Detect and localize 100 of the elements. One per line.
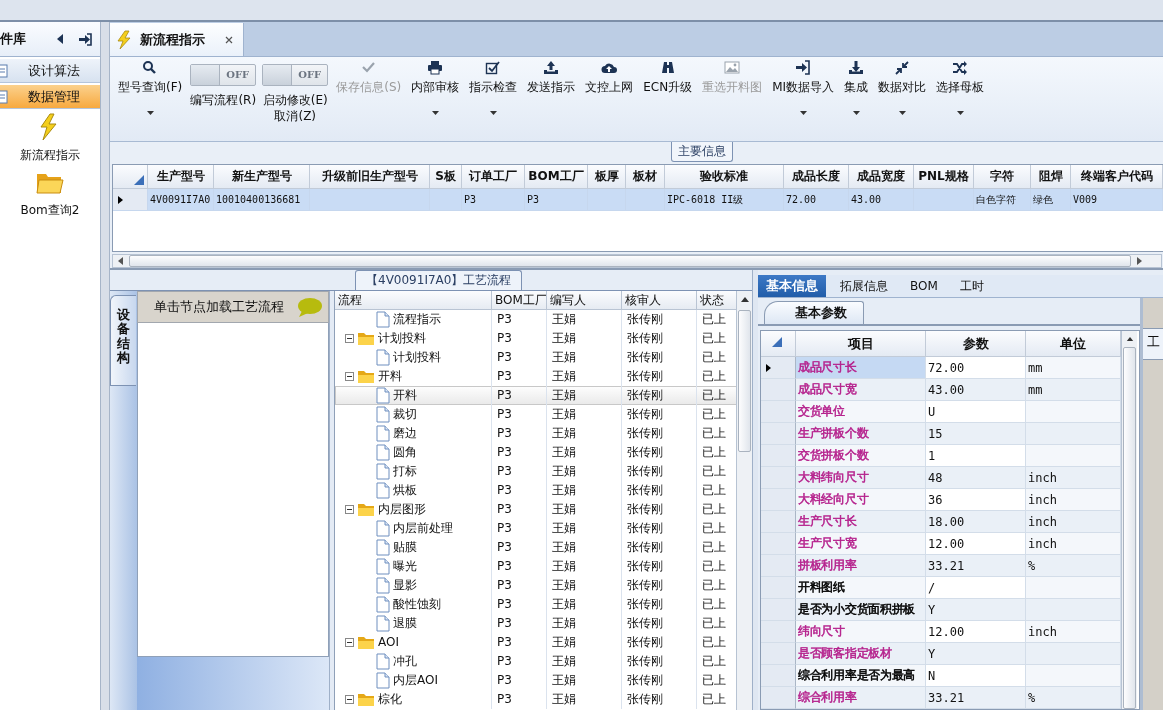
column-header[interactable]: 编写人 [547, 291, 622, 309]
document-icon [376, 482, 390, 499]
row-header[interactable] [113, 189, 148, 211]
corner-icon [134, 175, 144, 185]
column-header[interactable]: 成品宽度 [849, 165, 914, 189]
hint-text: 单击节点加载工艺流程 [154, 298, 284, 316]
tree-row[interactable]: 内层图形 P3 王娟 张传刚 已上 [335, 500, 737, 519]
tree-row[interactable]: 开料 P3 王娟 张传刚 已上 [335, 386, 737, 405]
tree-row[interactable]: 计划投料 P3 王娟 张传刚 已上 [335, 329, 737, 348]
table-cell: 10010400136681 [214, 189, 310, 211]
tab[interactable]: 工时 [951, 275, 992, 297]
document-icon [376, 539, 390, 556]
tree-row[interactable]: 曝光 P3 王娟 张传刚 已上 [335, 557, 737, 576]
item-label: 综合利用率是否为最高 [798, 667, 915, 684]
toolbar-button[interactable]: 内部审核 [409, 57, 462, 133]
tab[interactable]: BOM [902, 275, 946, 297]
tree-row[interactable]: 流程指示 P3 王娟 张传刚 已上 [335, 310, 737, 329]
row-header[interactable] [761, 357, 796, 379]
column-header[interactable]: S板 [430, 165, 462, 189]
scroll-thumb[interactable] [129, 255, 1131, 267]
tree-row[interactable]: 冲孔 P3 王娟 张传刚 已上 [335, 652, 737, 671]
toolbar-button[interactable]: 文控上网 [583, 57, 636, 133]
column-header[interactable]: 参数 [926, 331, 1026, 357]
column-header[interactable]: 新生产型号 [214, 165, 310, 189]
column-header[interactable]: 流程 [335, 291, 492, 309]
item-label: 交货拼板个数 [798, 447, 869, 464]
column-header[interactable]: 核审人 [622, 291, 697, 309]
tree-row[interactable]: 酸性蚀刻 P3 王娟 张传刚 已上 [335, 595, 737, 614]
tree-row[interactable]: 圆角 P3 王娟 张传刚 已上 [335, 443, 737, 462]
column-header[interactable]: 板材 [626, 165, 665, 189]
toggle-switch[interactable]: OFF [190, 64, 257, 86]
item-label: 是否顾客指定板材 [798, 645, 892, 662]
tree-row[interactable]: 打标 P3 王娟 张传刚 已上 [335, 462, 737, 481]
column-header[interactable]: 成品长度 [784, 165, 849, 189]
toolbar-button[interactable]: 发送指示 [525, 57, 578, 133]
tree-row[interactable]: 烘板 P3 王娟 张传刚 已上 [335, 481, 737, 500]
list-icon [0, 89, 8, 104]
side-tab[interactable]: 设备结构 [110, 295, 136, 387]
scroll-thumb[interactable] [738, 310, 751, 452]
tree-row[interactable]: 退膜 P3 王娟 张传刚 已上 [335, 614, 737, 633]
column-header[interactable]: 升级前旧生产型号 [310, 165, 430, 189]
tab[interactable]: 拓展信息 [832, 275, 896, 297]
column-header[interactable]: 板厚 [588, 165, 626, 189]
tree-row[interactable]: 棕化 P3 王娟 张传刚 已上 [335, 690, 737, 709]
column-header[interactable]: 生产型号 [148, 165, 214, 189]
table-cell: 15 [926, 423, 1026, 445]
column-header[interactable]: BOM工厂 [492, 291, 547, 309]
column-header[interactable]: 订单工厂 [462, 165, 525, 189]
document-icon [376, 653, 390, 670]
toolbar-button[interactable]: 选择母板 [934, 57, 987, 133]
sidebar-item[interactable]: 数据管理 [0, 85, 100, 109]
toolbar-button[interactable]: ECN升级 [641, 57, 695, 133]
splitter-handle[interactable] [752, 270, 758, 710]
column-header[interactable]: 字符 [974, 165, 1031, 189]
table-cell: 18.00 [926, 511, 1026, 533]
document-icon [376, 406, 390, 423]
sign-in-icon [795, 60, 812, 76]
column-header[interactable]: PNL规格 [914, 165, 974, 189]
toolbar-button[interactable]: 型号查询(F) [116, 57, 185, 133]
vertical-scrollbar[interactable] [736, 291, 752, 710]
tree-row[interactable]: AOI P3 王娟 张传刚 已上 [335, 633, 737, 652]
document-icon [376, 425, 390, 442]
toggle-switch[interactable]: OFF [262, 64, 329, 86]
column-header[interactable]: BOM工厂 [525, 165, 588, 189]
tab[interactable]: 基本信息 [758, 275, 826, 297]
scroll-thumb[interactable] [1123, 347, 1136, 709]
arrow-right-icon [1137, 257, 1142, 265]
sidebar-item[interactable]: 设计算法 [0, 59, 100, 83]
toolbar-label: 编写流程(R) [190, 92, 257, 108]
column-header[interactable]: 阻焊 [1031, 165, 1071, 189]
document-icon [376, 596, 390, 613]
corner-icon [771, 337, 782, 347]
tree-row[interactable]: 显影 P3 王娟 张传刚 已上 [335, 576, 737, 595]
tab[interactable]: 基本参数 [764, 301, 864, 324]
toolbar-button[interactable]: 集成 [842, 57, 871, 133]
tree-row[interactable]: 计划投料 P3 王娟 张传刚 已上 [335, 348, 737, 367]
tree-row[interactable]: 内层AOI P3 王娟 张传刚 已上 [335, 671, 737, 690]
vertical-scrollbar[interactable] [1121, 331, 1137, 709]
column-header[interactable]: 单位 [1026, 331, 1121, 357]
column-header[interactable]: 验收标准 [665, 165, 784, 189]
cancel-button[interactable]: 取消(Z) [274, 108, 317, 124]
column-header[interactable]: 终端客户代码 [1071, 165, 1163, 189]
speech-bubble-icon [296, 297, 322, 317]
table-cell: 33.21 [926, 555, 1026, 577]
table-cell: V009 [1071, 189, 1163, 211]
toolbar-button[interactable]: 指示检查 [467, 57, 520, 133]
toolbar-button[interactable]: 数据对比 [876, 57, 929, 133]
toolbar-button[interactable]: MI数据导入 [770, 57, 837, 133]
document-tab[interactable]: 新流程指示 [110, 23, 244, 56]
item-label: 生产拼板个数 [798, 425, 869, 442]
shortcut-button[interactable]: Bom查询2 [0, 168, 100, 219]
tree-row[interactable]: 贴膜 P3 王娟 张传刚 已上 [335, 538, 737, 557]
tree-row[interactable]: 内层前处理 P3 王娟 张传刚 已上 [335, 519, 737, 538]
document-icon [376, 672, 390, 689]
tree-row[interactable]: 裁切 P3 王娟 张传刚 已上 [335, 405, 737, 424]
column-header[interactable]: 项目 [796, 331, 926, 357]
horizontal-scrollbar[interactable] [112, 254, 1162, 268]
shortcut-button[interactable]: 新流程指示 [0, 113, 100, 164]
tree-row[interactable]: 磨边 P3 王娟 张传刚 已上 [335, 424, 737, 443]
tab[interactable]: 工 [1143, 328, 1163, 360]
